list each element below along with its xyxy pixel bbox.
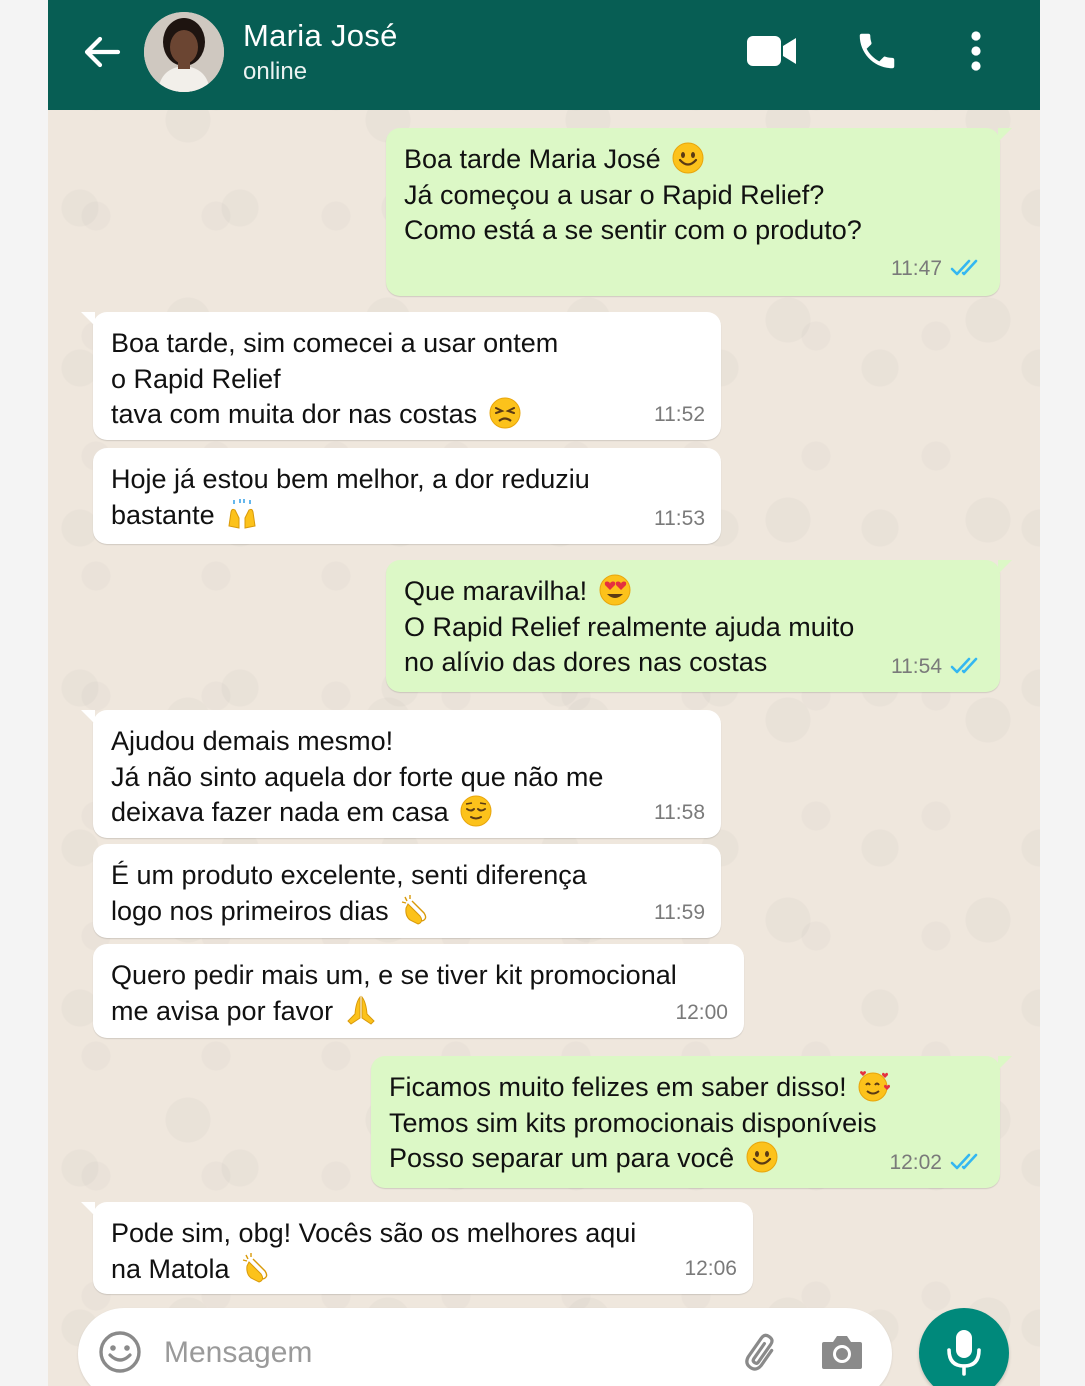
mic-icon [947,1330,981,1376]
message-text: Pode sim, obg! Vocês são os melhores aqu… [111,1218,637,1248]
contact-name[interactable]: Maria José [243,18,398,54]
chat-screen: Maria José online Boa tarde Maria José J… [48,0,1040,1386]
message-outgoing[interactable]: Boa tarde Maria José Já começou a usar o… [386,128,1012,296]
smiling-hearts-emoji-icon [858,1070,891,1102]
message-text: Ajudou demais mesmo! [111,726,394,756]
message-text: Quero pedir mais um, e se tiver kit prom… [111,960,677,990]
message-incoming[interactable]: Quero pedir mais um, e se tiver kit prom… [93,944,744,1038]
message-text: Como está a se sentir com o produto? [404,215,862,245]
message-time: 11:54 [891,654,942,678]
message-input[interactable]: Mensagem [164,1336,312,1370]
message-text: Boa tarde, sim comecei a usar ontem [111,328,559,358]
message-text: bastante [111,499,215,530]
message-text: Boa tarde Maria José [404,144,661,174]
persevering-emoji-icon [489,397,521,429]
heart-eyes-emoji-icon [599,574,631,606]
attach-icon[interactable] [742,1332,784,1374]
message-time: 12:02 [889,1150,942,1174]
read-ticks-icon [950,259,978,276]
message-text: na Matola [111,1253,230,1284]
clapping-hands-emoji-icon [241,1252,273,1284]
message-text: Ficamos muito felizes em saber disso! [389,1072,847,1102]
message-time: 12:00 [675,1000,728,1024]
message-text: tava com muita dor nas costas [111,399,478,429]
relieved-emoji-icon [460,795,492,827]
message-text: Hoje já estou bem melhor, a dor reduziu [111,464,590,494]
back-arrow-icon[interactable] [80,30,124,74]
message-text: logo nos primeiros dias [111,895,389,926]
message-input-bar[interactable]: Mensagem [78,1308,892,1386]
chat-header: Maria José online [48,0,1040,110]
mic-button[interactable] [919,1308,1009,1386]
message-outgoing[interactable]: Que maravilha! O Rapid Relief realmente … [386,560,1012,692]
message-incoming[interactable]: Ajudou demais mesmo! Já não sinto aquela… [81,710,721,838]
emoji-icon[interactable] [98,1330,142,1374]
smile-emoji-icon [746,1141,778,1173]
read-ticks-icon [950,1153,978,1170]
message-text: Posso separar um para você [389,1143,735,1173]
message-outgoing[interactable]: Ficamos muito felizes em saber disso! Te… [371,1056,1012,1188]
message-time: 11:47 [891,256,942,280]
raising-hands-emoji-icon [226,498,258,530]
video-call-icon[interactable] [746,34,798,68]
message-time: 11:58 [654,800,705,824]
message-incoming[interactable]: Hoje já estou bem melhor, a dor reduziu … [93,448,721,544]
message-text: Já começou a usar o Rapid Relief? [404,179,825,210]
folded-hands-emoji-icon [345,994,377,1026]
message-time: 11:53 [654,506,705,530]
message-text: o Rapid Relief [111,363,281,394]
contact-status: online [243,58,308,85]
message-text: Que maravilha! [404,576,588,606]
message-text: É um produto excelente, senti diferença [111,860,587,890]
read-ticks-icon [950,657,978,674]
message-text: deixava fazer nada em casa [111,797,449,827]
camera-icon[interactable] [820,1332,864,1372]
message-incoming[interactable]: Boa tarde, sim comecei a usar ontem o Ra… [81,312,721,440]
message-time: 11:52 [654,402,705,426]
message-text: Já não sinto aquela dor forte que não me [111,761,604,792]
message-text: O Rapid Relief realmente ajuda muito [404,611,855,642]
message-time: 12:06 [684,1256,737,1280]
message-time: 11:59 [654,900,705,924]
more-options-icon[interactable] [966,30,986,74]
message-text: me avisa por favor [111,995,334,1026]
message-text: Temos sim kits promocionais disponíveis [389,1107,877,1138]
message-incoming[interactable]: Pode sim, obg! Vocês são os melhores aqu… [81,1202,753,1294]
smile-emoji-icon [672,142,704,174]
clapping-hands-emoji-icon [400,894,432,926]
message-incoming[interactable]: É um produto excelente, senti diferença … [93,844,721,938]
avatar[interactable] [144,12,224,92]
voice-call-icon[interactable] [854,28,900,74]
